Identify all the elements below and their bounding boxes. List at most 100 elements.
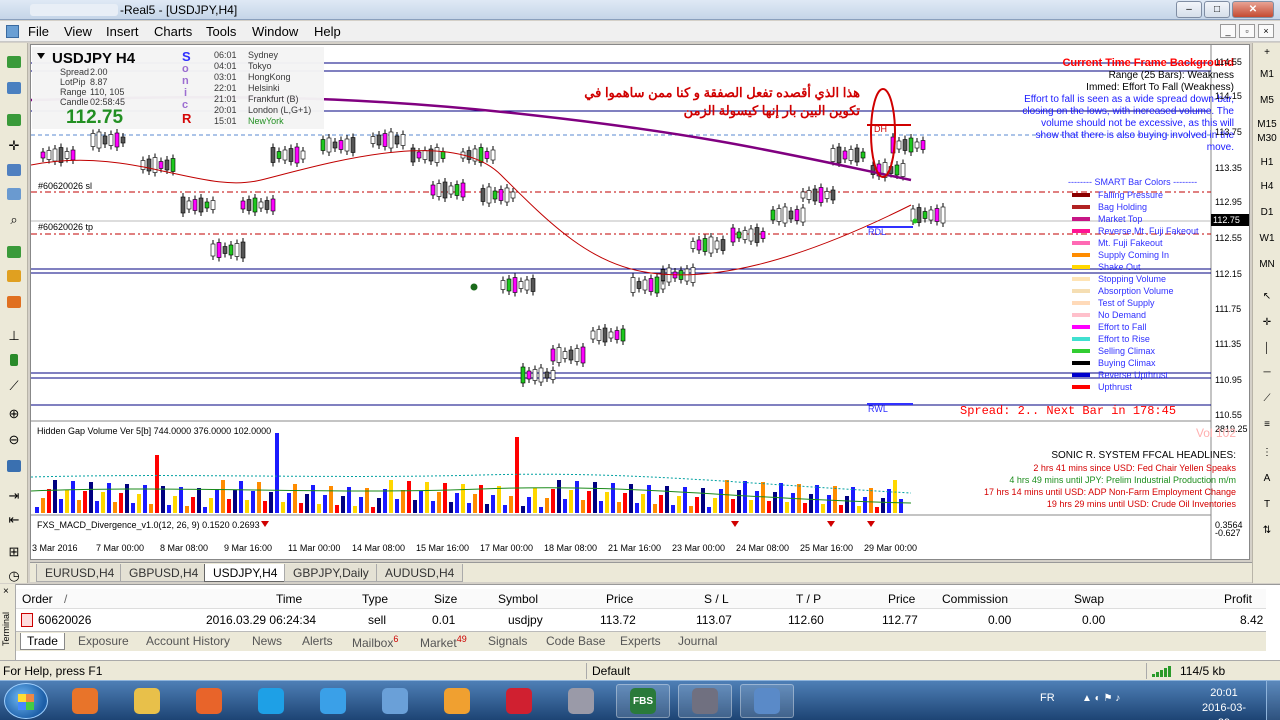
col-symbol[interactable]: Symbol: [498, 592, 538, 606]
menu-window[interactable]: Window: [252, 24, 298, 39]
timeframe-m30[interactable]: M30: [1255, 129, 1279, 149]
crosshair-icon[interactable]: ✛: [4, 137, 24, 155]
col-price-current[interactable]: Price: [888, 592, 915, 606]
chart-tab-audusd[interactable]: AUDUSD,H4: [376, 564, 464, 582]
taskbar-app[interactable]: [120, 684, 174, 718]
menu-view[interactable]: View: [64, 24, 92, 39]
add-icon[interactable]: [4, 243, 24, 261]
chart-window-icon[interactable]: [6, 25, 19, 38]
start-button[interactable]: [4, 683, 48, 719]
crosshair-icon[interactable]: ✛: [1255, 313, 1279, 333]
expert-icon[interactable]: [4, 267, 24, 285]
col-size[interactable]: Size: [434, 592, 457, 606]
taskbar-app[interactable]: [492, 684, 546, 718]
maximize-button[interactable]: □: [1204, 1, 1230, 18]
chart-shift-icon[interactable]: ⇥: [4, 487, 24, 505]
col-sl[interactable]: S / L: [704, 592, 729, 606]
close-button[interactable]: ✕: [1232, 1, 1274, 18]
arrows-icon[interactable]: ⇅: [1255, 521, 1279, 541]
col-order[interactable]: Order: [22, 592, 53, 606]
bar-chart-icon[interactable]: ⊥: [4, 327, 24, 345]
tab-mailbox[interactable]: Mailbox6: [346, 633, 404, 651]
timeframe-h1[interactable]: H1: [1255, 153, 1279, 173]
tab-experts[interactable]: Experts: [614, 633, 667, 649]
language-indicator[interactable]: FR: [1040, 692, 1055, 704]
terminal-close-button[interactable]: ×: [3, 586, 9, 597]
col-profit[interactable]: Profit: [1224, 592, 1252, 606]
timeframe-h4[interactable]: H4: [1255, 177, 1279, 197]
horizontal-line-icon[interactable]: ─: [1255, 363, 1279, 383]
tab-trade[interactable]: Trade: [20, 633, 65, 650]
zoom-in-icon[interactable]: ⊕: [4, 405, 24, 423]
timeframe-m5[interactable]: M5: [1255, 91, 1279, 111]
tab-alerts[interactable]: Alerts: [296, 633, 339, 649]
taskbar-app[interactable]: FBS: [616, 684, 670, 718]
navigator-icon[interactable]: [4, 161, 24, 179]
text-icon[interactable]: A: [1255, 469, 1279, 489]
timeframe-d1[interactable]: D1: [1255, 203, 1279, 223]
col-type[interactable]: Type: [362, 592, 388, 606]
channel-icon[interactable]: ≡: [1255, 415, 1279, 435]
vertical-line-icon[interactable]: │: [1255, 339, 1279, 359]
tab-account-history[interactable]: Account History: [140, 633, 236, 649]
tile-windows-icon[interactable]: [4, 457, 24, 475]
menu-insert[interactable]: Insert: [106, 24, 139, 39]
table-row[interactable]: 60620026 2016.03.29 06:24:34 sell 0.01 u…: [16, 611, 1266, 629]
menu-charts[interactable]: Charts: [154, 24, 192, 39]
indicators-icon[interactable]: ⊞: [4, 543, 24, 561]
tab-journal[interactable]: Journal: [672, 633, 723, 649]
mdi-minimize-button[interactable]: _: [1220, 24, 1236, 38]
tab-signals[interactable]: Signals: [482, 633, 533, 649]
col-price[interactable]: Price: [606, 592, 633, 606]
clock[interactable]: 20:01 2016-03-29: [1196, 686, 1252, 720]
mdi-restore-button[interactable]: ▫: [1239, 24, 1255, 38]
market-watch-icon[interactable]: [4, 111, 24, 129]
chart-tab-gbpjpy[interactable]: GBPJPY,Daily: [284, 564, 378, 582]
taskbar-app[interactable]: [58, 684, 112, 718]
taskbar-app[interactable]: [430, 684, 484, 718]
taskbar-app[interactable]: [554, 684, 608, 718]
new-chart-icon[interactable]: [4, 53, 24, 71]
options-icon[interactable]: [4, 293, 24, 311]
menu-file[interactable]: File: [28, 24, 49, 39]
zoom-out-icon[interactable]: ⊖: [4, 431, 24, 449]
zoom-icon[interactable]: ⌕: [4, 211, 24, 229]
col-swap[interactable]: Swap: [1074, 592, 1104, 606]
dropdown-triangle-icon[interactable]: [37, 53, 45, 59]
data-window-icon[interactable]: [4, 185, 24, 203]
trendline-icon[interactable]: ⟋: [1255, 389, 1279, 409]
tray-icons[interactable]: ▲ ◐ ⚑ ♪: [1082, 693, 1120, 704]
tab-exposure[interactable]: Exposure: [72, 633, 135, 649]
tab-code-base[interactable]: Code Base: [540, 633, 611, 649]
menu-help[interactable]: Help: [314, 24, 341, 39]
timeframe-w1[interactable]: W1: [1255, 229, 1279, 249]
show-desktop-button[interactable]: [1266, 681, 1280, 720]
taskbar-app[interactable]: [740, 684, 794, 718]
tab-market[interactable]: Market49: [414, 633, 473, 651]
tab-news[interactable]: News: [246, 633, 288, 649]
fibonacci-icon[interactable]: ⋮: [1255, 443, 1279, 463]
autoscroll-icon[interactable]: ⇤: [4, 511, 24, 529]
taskbar-app[interactable]: [368, 684, 422, 718]
timeframe-mn[interactable]: MN: [1255, 255, 1279, 275]
taskbar-app[interactable]: [306, 684, 360, 718]
profiles-icon[interactable]: [4, 79, 24, 97]
mdi-close-button[interactable]: ×: [1258, 24, 1274, 38]
chart-tab-gbpusd[interactable]: GBPUSD,H4: [120, 564, 208, 582]
timeframe-m1[interactable]: M1: [1255, 65, 1279, 85]
col-time[interactable]: Time: [276, 592, 302, 606]
chart-tab-usdjpy[interactable]: USDJPY,H4: [204, 564, 287, 582]
add-icon[interactable]: +: [1255, 43, 1279, 63]
taskbar-app[interactable]: [182, 684, 236, 718]
taskbar-app[interactable]: [244, 684, 298, 718]
col-tp[interactable]: T / P: [796, 592, 821, 606]
cursor-icon[interactable]: ↖: [1255, 287, 1279, 307]
taskbar-app[interactable]: [678, 684, 732, 718]
col-commission[interactable]: Commission: [942, 592, 1008, 606]
candlestick-icon[interactable]: [4, 351, 24, 369]
label-icon[interactable]: T: [1255, 495, 1279, 515]
periods-icon[interactable]: ◷: [4, 567, 24, 585]
line-chart-icon[interactable]: ⟋: [4, 377, 24, 395]
menu-tools[interactable]: Tools: [206, 24, 236, 39]
minimize-button[interactable]: –: [1176, 1, 1202, 18]
